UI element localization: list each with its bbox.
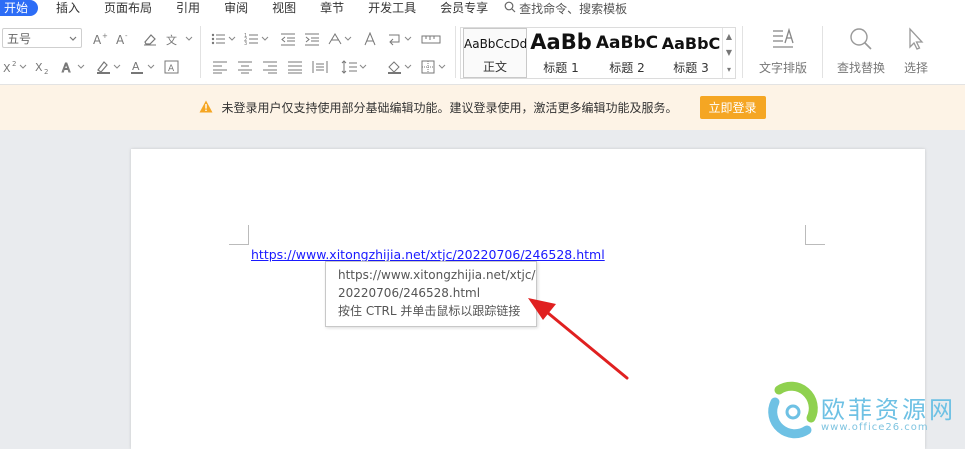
- decrease-indent-icon[interactable]: [278, 30, 298, 48]
- cursor-icon: [903, 27, 929, 55]
- style-heading-3[interactable]: AaBbC 标题 3: [659, 28, 723, 78]
- select-label: 选择: [903, 61, 928, 75]
- tooltip-url-line-2: 20220706/246528.html: [338, 286, 481, 300]
- menu-tab-review[interactable]: 审阅: [212, 0, 260, 16]
- menu-tab-developer[interactable]: 开发工具: [356, 0, 428, 16]
- watermark-url: www.office26.com: [821, 422, 929, 433]
- command-search[interactable]: 查找命令、搜索模板: [500, 0, 627, 17]
- menu-tab-home[interactable]: 开始: [0, 0, 39, 16]
- line-spacing-icon[interactable]: [340, 58, 370, 76]
- style-preview: AaBbCcDd: [464, 37, 527, 51]
- text-direction-icon[interactable]: [326, 30, 354, 48]
- svg-text:A: A: [132, 60, 140, 73]
- command-search-label: 查找命令、搜索模板: [519, 1, 628, 16]
- superscript-icon[interactable]: X2: [2, 58, 30, 76]
- notice-message: 未登录用户仅支持使用部分基础编辑功能。建议登录使用，激活更多编辑功能及服务。: [221, 101, 678, 115]
- select-button[interactable]: 选择: [886, 26, 946, 76]
- style-name: 正文: [482, 60, 507, 74]
- more-icon[interactable]: ▾: [727, 65, 731, 74]
- line-break-icon[interactable]: [386, 30, 416, 48]
- align-left-icon[interactable]: [210, 58, 230, 76]
- svg-text:A: A: [116, 33, 125, 46]
- align-center-icon[interactable]: [235, 58, 255, 76]
- style-heading-1[interactable]: AaBb 标题 1: [529, 28, 593, 78]
- chevron-up-icon[interactable]: ▲: [726, 32, 732, 41]
- decrease-font-icon[interactable]: A-: [115, 30, 133, 48]
- menu-tab-insert[interactable]: 插入: [44, 0, 92, 16]
- watermark: 欧菲资源网 www.office26.com: [763, 378, 965, 444]
- svg-text:-: -: [125, 32, 128, 40]
- margin-corner-top-right: [805, 225, 825, 245]
- styles-scroll[interactable]: ▲ ▼ ▾: [722, 28, 735, 78]
- numbered-list-icon[interactable]: 123: [243, 30, 271, 48]
- increase-font-icon[interactable]: A +: [92, 30, 110, 48]
- warning-icon: [199, 100, 213, 116]
- bullet-list-icon[interactable]: [210, 30, 238, 48]
- font-size-select[interactable]: 五号: [2, 28, 82, 48]
- chevron-down-icon: [69, 31, 77, 45]
- svg-text:A: A: [93, 33, 102, 46]
- borders-icon[interactable]: [420, 58, 450, 76]
- highlight-icon[interactable]: [94, 58, 124, 76]
- ribbon-toolbar: 五号 A + A- 文 X2 X2 A A A 123 AaBbCcDd 正文 …: [0, 16, 965, 85]
- paragraph-mark-icon[interactable]: [360, 30, 380, 48]
- styles-gallery: AaBbCcDd 正文 AaBb 标题 1 AaBbC 标题 2 AaBbC 标…: [460, 27, 736, 79]
- style-preview: AaBbC: [595, 33, 659, 53]
- svg-text:2: 2: [44, 68, 48, 74]
- eraser-icon[interactable]: [140, 30, 160, 48]
- menu-bar: 开始 插入 页面布局 引用 审阅 视图 章节 开发工具 会员专享 查找命令、搜索…: [0, 0, 965, 16]
- menu-tab-references[interactable]: 引用: [164, 0, 212, 16]
- increase-indent-icon[interactable]: [302, 30, 322, 48]
- tooltip-url-line-1: https://www.xitongzhijia.net/xtjc/: [338, 268, 536, 282]
- align-right-icon[interactable]: [260, 58, 280, 76]
- hyperlink-tooltip: https://www.xitongzhijia.net/xtjc/ 20220…: [325, 261, 537, 327]
- text-layout-label: 文字排版: [758, 61, 807, 75]
- text-effect-icon[interactable]: A: [60, 58, 88, 76]
- distribute-icon[interactable]: [310, 58, 330, 76]
- svg-text:X: X: [3, 62, 11, 74]
- style-name: 标题 2: [609, 61, 645, 75]
- divider: [822, 26, 823, 78]
- svg-text:X: X: [35, 61, 43, 74]
- text-layout-button[interactable]: 文字排版: [748, 26, 818, 76]
- login-notice-bar: 未登录用户仅支持使用部分基础编辑功能。建议登录使用，激活更多编辑功能及服务。 立…: [0, 85, 965, 130]
- menu-tab-member[interactable]: 会员专享: [428, 0, 500, 16]
- margin-corner-top-left: [229, 225, 249, 245]
- style-name: 标题 1: [543, 61, 579, 75]
- menu-tab-chapter[interactable]: 章节: [308, 0, 356, 16]
- watermark-text: 欧菲资源网: [821, 396, 956, 424]
- svg-text:2: 2: [12, 60, 16, 68]
- text-layout-icon: [770, 27, 796, 55]
- search-icon: [848, 28, 874, 55]
- menu-tab-page-layout[interactable]: 页面布局: [92, 0, 164, 16]
- tooltip-hint: 按住 CTRL 并单击鼠标以跟踪链接: [338, 304, 521, 318]
- svg-text:3: 3: [244, 41, 247, 46]
- justify-icon[interactable]: [285, 58, 305, 76]
- style-name: 标题 3: [673, 61, 709, 75]
- style-preview: AaBb: [530, 30, 592, 54]
- font-color-icon[interactable]: A: [130, 58, 158, 76]
- search-icon: [504, 1, 519, 16]
- char-border-icon[interactable]: A: [162, 58, 182, 76]
- pinyin-icon[interactable]: 文: [165, 30, 195, 48]
- shading-icon[interactable]: [386, 58, 416, 76]
- chevron-down-icon[interactable]: ▼: [726, 48, 732, 57]
- menu-tab-view[interactable]: 视图: [260, 0, 308, 16]
- divider: [742, 26, 743, 78]
- subscript-icon[interactable]: X2: [34, 58, 56, 76]
- style-heading-2[interactable]: AaBbC 标题 2: [595, 28, 659, 78]
- divider: [455, 26, 456, 78]
- hyperlink[interactable]: https://www.xitongzhijia.net/xtjc/202207…: [251, 247, 605, 262]
- style-normal[interactable]: AaBbCcDd 正文: [463, 28, 527, 78]
- svg-text:A: A: [62, 61, 71, 74]
- login-button[interactable]: 立即登录: [699, 96, 766, 119]
- svg-text:+: +: [102, 32, 108, 40]
- svg-text:A: A: [168, 64, 175, 74]
- divider: [200, 26, 201, 78]
- ruler-icon[interactable]: [420, 30, 442, 48]
- style-preview: AaBbC: [661, 34, 721, 53]
- font-size-value: 五号: [7, 31, 32, 46]
- svg-text:文: 文: [166, 33, 177, 46]
